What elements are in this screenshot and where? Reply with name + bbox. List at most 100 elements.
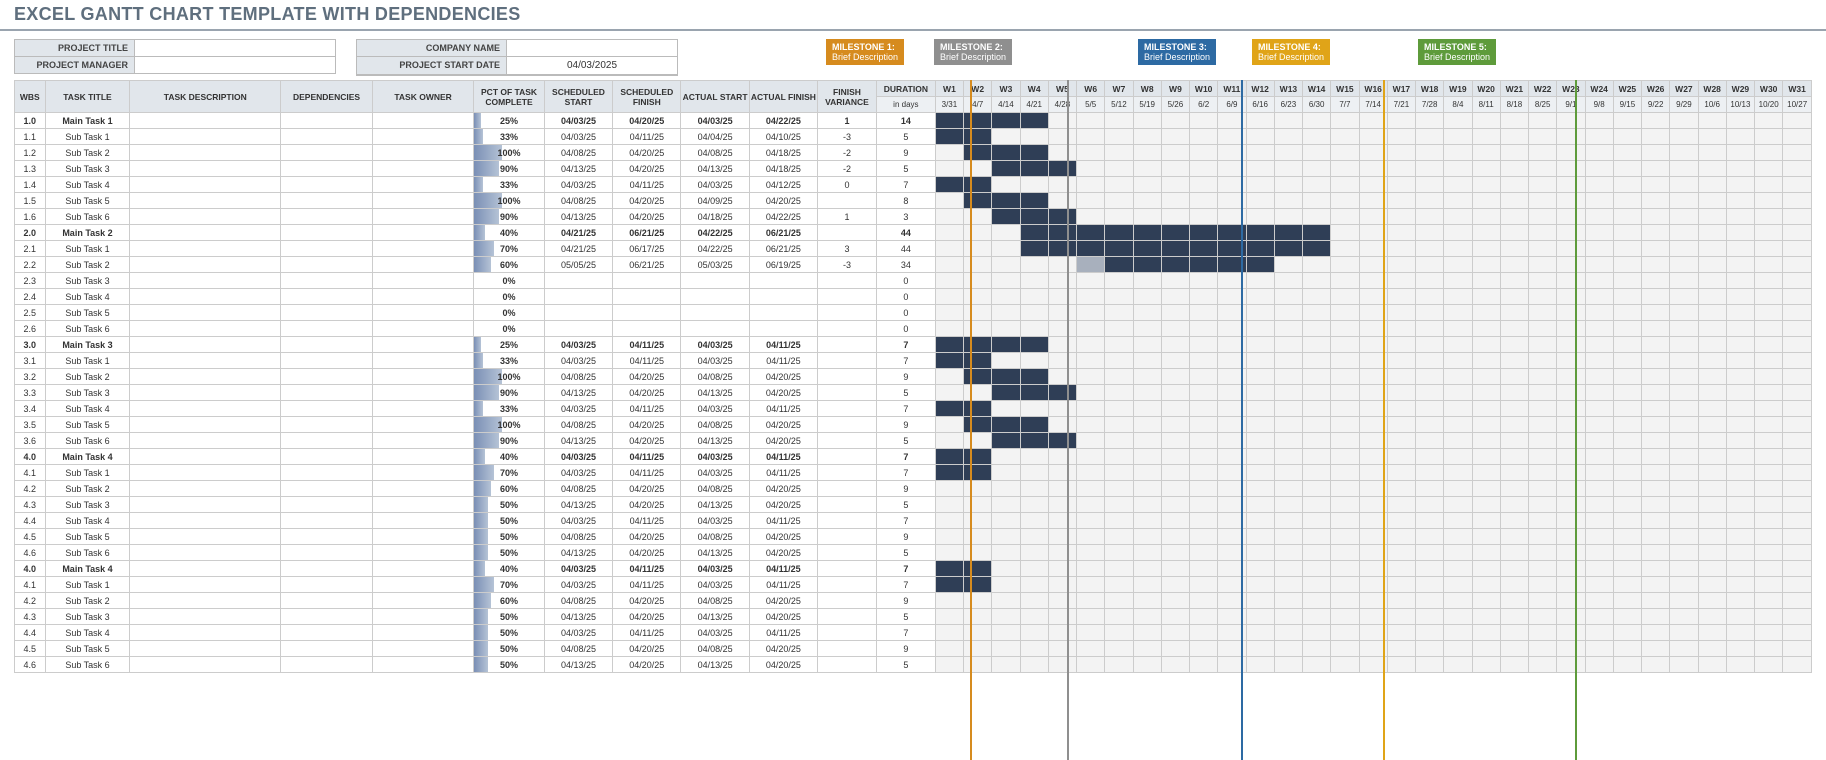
gantt-cell[interactable] [1670, 129, 1698, 145]
cell-desc[interactable] [130, 273, 281, 289]
task-row[interactable]: 3.6Sub Task 690%04/13/2504/20/2504/13/25… [15, 433, 1812, 449]
gantt-cell[interactable] [1726, 225, 1754, 241]
gantt-cell[interactable] [1783, 593, 1812, 609]
gantt-cell[interactable] [935, 289, 963, 305]
cell-task-title[interactable]: Sub Task 4 [45, 401, 130, 417]
cell-actual-finish[interactable]: 06/21/25 [749, 225, 817, 241]
gantt-cell[interactable] [1585, 513, 1613, 529]
cell-dep[interactable] [281, 593, 373, 609]
gantt-cell[interactable] [1133, 625, 1161, 641]
cell-variance[interactable]: -2 [818, 145, 877, 161]
gantt-cell[interactable] [1642, 161, 1670, 177]
gantt-cell[interactable] [1783, 289, 1812, 305]
cell-variance[interactable]: 1 [818, 113, 877, 129]
gantt-cell[interactable] [1303, 641, 1331, 657]
cell-pct[interactable]: 0% [474, 273, 545, 289]
gantt-cell[interactable] [1387, 273, 1415, 289]
gantt-cell[interactable] [992, 593, 1020, 609]
gantt-cell[interactable] [1472, 257, 1500, 273]
week-header-W22[interactable]: W22 [1529, 81, 1557, 97]
gantt-cell[interactable] [1105, 369, 1133, 385]
cell-duration[interactable]: 9 [876, 641, 935, 657]
cell-sched-start[interactable]: 04/03/25 [544, 113, 612, 129]
gantt-cell[interactable] [1077, 305, 1105, 321]
gantt-cell[interactable] [1698, 209, 1726, 225]
gantt-cell[interactable] [1274, 513, 1302, 529]
gantt-cell[interactable] [992, 321, 1020, 337]
gantt-cell[interactable] [1274, 145, 1302, 161]
gantt-cell[interactable] [1133, 513, 1161, 529]
gantt-cell[interactable] [1190, 513, 1218, 529]
gantt-cell[interactable] [1133, 577, 1161, 593]
gantt-cell[interactable] [1161, 145, 1189, 161]
gantt-cell[interactable] [1303, 353, 1331, 369]
cell-actual-finish[interactable]: 04/11/25 [749, 465, 817, 481]
gantt-cell[interactable] [1105, 433, 1133, 449]
gantt-cell[interactable] [1133, 465, 1161, 481]
gantt-cell[interactable] [1755, 145, 1783, 161]
week-header-W23[interactable]: W23 [1557, 81, 1585, 97]
gantt-cell[interactable] [964, 161, 992, 177]
gantt-cell[interactable] [1585, 353, 1613, 369]
cell-sched-start[interactable]: 04/13/25 [544, 497, 612, 513]
cell-dep[interactable] [281, 369, 373, 385]
gantt-cell[interactable] [1613, 401, 1641, 417]
cell-sched-start[interactable]: 04/13/25 [544, 657, 612, 673]
cell-owner[interactable] [372, 561, 473, 577]
gantt-cell[interactable] [1274, 433, 1302, 449]
gantt-cell[interactable] [964, 177, 992, 193]
gantt-cell[interactable] [1783, 561, 1812, 577]
cell-task-title[interactable]: Main Task 4 [45, 449, 130, 465]
cell-pct[interactable]: 100% [474, 369, 545, 385]
gantt-cell[interactable] [1190, 257, 1218, 273]
gantt-cell[interactable] [1246, 129, 1274, 145]
cell-sched-finish[interactable]: 04/20/25 [613, 193, 681, 209]
gantt-cell[interactable] [964, 145, 992, 161]
gantt-cell[interactable] [1133, 257, 1161, 273]
gantt-cell[interactable] [1500, 193, 1528, 209]
gantt-cell[interactable] [1585, 577, 1613, 593]
gantt-cell[interactable] [1133, 369, 1161, 385]
gantt-cell[interactable] [1726, 321, 1754, 337]
gantt-cell[interactable] [1472, 545, 1500, 561]
gantt-cell[interactable] [1416, 353, 1444, 369]
task-row[interactable]: 1.2Sub Task 2100%04/08/2504/20/2504/08/2… [15, 145, 1812, 161]
gantt-cell[interactable] [1444, 433, 1472, 449]
gantt-cell[interactable] [1190, 289, 1218, 305]
gantt-cell[interactable] [1670, 369, 1698, 385]
cell-sched-finish[interactable]: 04/11/25 [613, 401, 681, 417]
gantt-cell[interactable] [1246, 593, 1274, 609]
cell-actual-finish[interactable]: 04/11/25 [749, 625, 817, 641]
gantt-cell[interactable] [1783, 385, 1812, 401]
gantt-cell[interactable] [1444, 241, 1472, 257]
task-row[interactable]: 2.5Sub Task 50%0 [15, 305, 1812, 321]
cell-sched-start[interactable] [544, 273, 612, 289]
gantt-cell[interactable] [1331, 129, 1359, 145]
gantt-cell[interactable] [1670, 161, 1698, 177]
gantt-cell[interactable] [964, 193, 992, 209]
gantt-cell[interactable] [1246, 369, 1274, 385]
cell-pct[interactable]: 40% [474, 561, 545, 577]
cell-actual-start[interactable]: 04/08/25 [681, 641, 749, 657]
gantt-cell[interactable] [1529, 545, 1557, 561]
gantt-cell[interactable] [992, 401, 1020, 417]
gantt-cell[interactable] [1755, 561, 1783, 577]
gantt-cell[interactable] [1161, 481, 1189, 497]
cell-desc[interactable] [130, 481, 281, 497]
cell-wbs[interactable]: 4.4 [15, 625, 46, 641]
cell-sched-start[interactable]: 04/13/25 [544, 209, 612, 225]
gantt-cell[interactable] [1613, 449, 1641, 465]
cell-pct[interactable]: 60% [474, 257, 545, 273]
gantt-cell[interactable] [1387, 305, 1415, 321]
gantt-cell[interactable] [1783, 401, 1812, 417]
gantt-cell[interactable] [1161, 353, 1189, 369]
gantt-cell[interactable] [1613, 257, 1641, 273]
cell-variance[interactable] [818, 577, 877, 593]
gantt-cell[interactable] [1557, 401, 1585, 417]
gantt-cell[interactable] [1783, 465, 1812, 481]
gantt-cell[interactable] [1670, 401, 1698, 417]
gantt-cell[interactable] [1387, 321, 1415, 337]
gantt-cell[interactable] [1472, 353, 1500, 369]
gantt-cell[interactable] [935, 161, 963, 177]
cell-wbs[interactable]: 2.1 [15, 241, 46, 257]
